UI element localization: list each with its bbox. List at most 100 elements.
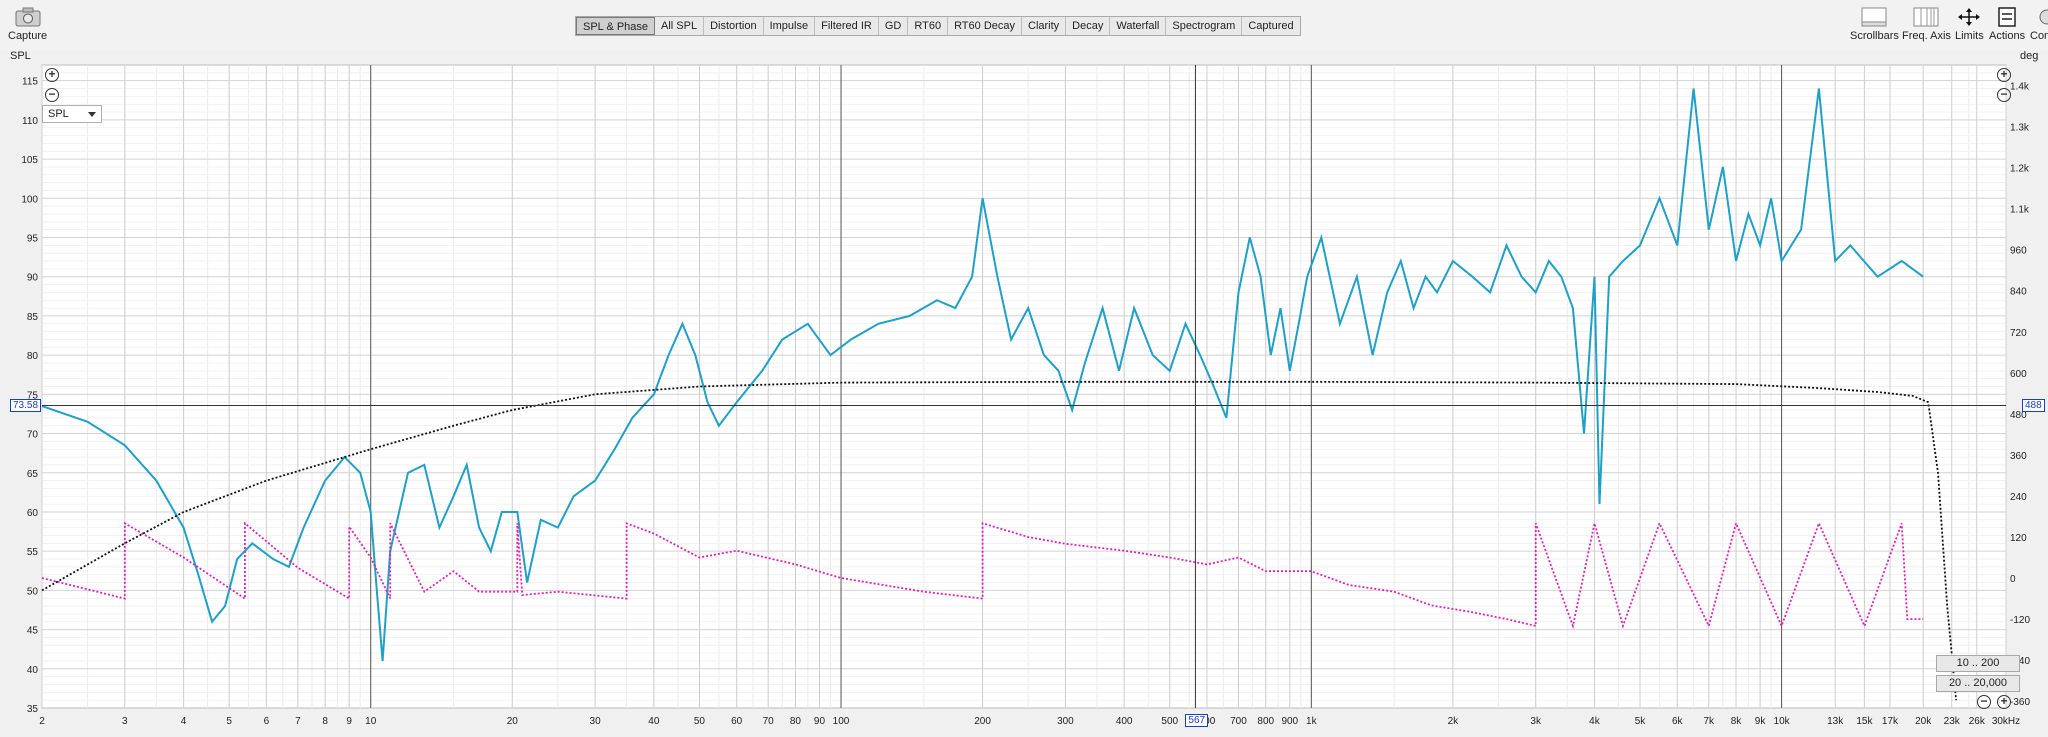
x-tick-label: 500 — [1161, 716, 1178, 727]
scrollbars-icon — [1860, 6, 1888, 28]
x-tick-label: 9k — [1755, 716, 1767, 727]
capture-button[interactable]: Capture — [8, 6, 47, 42]
view-tabs: SPL & Phase All SPL Distortion Impulse Filte… — [575, 16, 1301, 36]
x-tick-label: 9 — [346, 716, 352, 727]
y-tick-label: 70 — [27, 430, 39, 441]
y-tick-label: 80 — [27, 351, 39, 362]
y2-tick-label: 960 — [2010, 246, 2027, 257]
x-tick-label: 3k — [1530, 716, 1542, 727]
zoom-in-x-icon[interactable]: + — [1997, 695, 2011, 709]
x-tick-label: 400 — [1116, 716, 1133, 727]
x-tick-label: 50 — [694, 716, 706, 727]
x-tick-label: 15k — [1856, 716, 1873, 727]
y2-tick-label: 1.3k — [2010, 123, 2030, 134]
x-tick-label: 6 — [264, 716, 270, 727]
y2-tick-label: 840 — [2010, 287, 2027, 298]
scrollbars-button[interactable]: Scrollbars — [1850, 6, 1899, 42]
trace-select-value: SPL — [48, 108, 69, 120]
zoom-in-y2-icon[interactable]: + — [1997, 68, 2011, 82]
x-tick-label: 700 — [1230, 716, 1247, 727]
chevron-down-icon — [88, 112, 96, 117]
y-tick-label: 65 — [27, 469, 39, 480]
x-tick-label: 13k — [1827, 716, 1844, 727]
y-tick-label: 105 — [21, 155, 38, 166]
y-tick-label: 90 — [27, 273, 39, 284]
camera-icon — [14, 6, 42, 28]
x-tick-label: 26k — [1969, 716, 1986, 727]
tab-rt60[interactable]: RT60 — [908, 17, 949, 35]
y2-tick-label: 1.2k — [2010, 164, 2030, 175]
spl-phase-chart[interactable]: 2 3 4 5 6 7 8 9 10 20 30 40 50 60 70 80 90 100 200 300 400 50… — [0, 50, 2048, 732]
x-tick-label: 20k — [1915, 716, 1932, 727]
y2-tick-label: 1.4k — [2010, 82, 2030, 93]
x-tick-label: 300 — [1057, 716, 1074, 727]
y-tick-label: 45 — [27, 626, 39, 637]
y2-tick-label: -360 — [2010, 697, 2030, 708]
x-tick-label: 60 — [731, 716, 743, 727]
x-tick-label: 20 — [507, 716, 519, 727]
cursor-spl-readout: 73.58 — [10, 399, 42, 413]
x-tick-label: 80 — [790, 716, 802, 727]
tab-decay[interactable]: Decay — [1066, 17, 1111, 35]
y-tick-label: 60 — [27, 508, 39, 519]
range-20-20000-button[interactable]: 20 .. 20,000 — [1936, 675, 2020, 692]
y-tick-label: 95 — [27, 234, 39, 245]
y2-tick-label: 1.1k — [2010, 205, 2030, 216]
tab-captured[interactable]: Captured — [1242, 17, 1299, 35]
y2-tick-label: 600 — [2010, 369, 2027, 380]
x-tick-label: 40 — [648, 716, 660, 727]
x-tick-label: 10 — [365, 716, 377, 727]
cursor-phase-readout: 488 — [2022, 399, 2045, 413]
x-tick-label: 4 — [181, 716, 187, 727]
zoom-out-y2-icon[interactable]: − — [1997, 88, 2011, 102]
x-tick-label: 200 — [974, 716, 991, 727]
y-tick-label: 85 — [27, 312, 39, 323]
x-tick-label: 70 — [763, 716, 775, 727]
y-tick-label: 35 — [27, 704, 39, 715]
tab-rt60-decay[interactable]: RT60 Decay — [948, 17, 1022, 35]
y2-tick-label: 120 — [2010, 533, 2027, 544]
tab-spectrogram[interactable]: Spectrogram — [1166, 17, 1243, 35]
y-tick-label: 100 — [21, 194, 38, 205]
tab-filtered-ir[interactable]: Filtered IR — [815, 17, 879, 35]
limits-button[interactable]: Limits — [1955, 6, 1984, 42]
tab-gd[interactable]: GD — [879, 17, 909, 35]
actions-icon — [1993, 6, 2021, 28]
freq-axis-icon — [1912, 6, 1940, 28]
y-tick-label: 115 — [22, 77, 38, 88]
freq-axis-button[interactable]: Freq. Axis — [1902, 6, 1951, 42]
capture-label: Capture — [8, 30, 48, 42]
controls-label: Con — [2030, 30, 2048, 42]
tab-impulse[interactable]: Impulse — [764, 17, 816, 35]
x-tick-label: 23k — [1944, 716, 1961, 727]
x-tick-label: 900 — [1281, 716, 1298, 727]
y2-tick-label: 360 — [2010, 451, 2027, 462]
y2-tick-label: 0 — [2010, 574, 2016, 585]
tab-distortion[interactable]: Distortion — [704, 17, 764, 35]
x-tick-label: 1k — [1306, 716, 1318, 727]
x-tick-label: 2k — [1448, 716, 1460, 727]
tab-all-spl[interactable]: All SPL — [655, 17, 705, 35]
controls-icon — [2030, 6, 2048, 28]
tab-clarity[interactable]: Clarity — [1022, 17, 1067, 35]
range-10-200-button[interactable]: 10 .. 200 — [1936, 655, 2020, 672]
x-tick-label: 4k — [1589, 716, 1601, 727]
tab-spl-phase[interactable]: SPL & Phase — [576, 17, 656, 35]
limits-label: Limits — [1955, 30, 1984, 42]
x-tick-label: 800 — [1257, 716, 1274, 727]
zoom-out-y-icon[interactable]: − — [45, 88, 59, 102]
tab-waterfall[interactable]: Waterfall — [1110, 17, 1167, 35]
x-tick-label: 30 — [590, 716, 602, 727]
zoom-out-x-icon[interactable]: − — [1977, 695, 1991, 709]
x-tick-label: 30kHz — [1992, 716, 2020, 727]
zoom-in-y-icon[interactable]: + — [45, 68, 59, 82]
x-tick-label: 5 — [226, 716, 232, 727]
plot-area[interactable]: 2 3 4 5 6 7 8 9 10 20 30 40 50 60 70 80 90 100 200 300 400 50… — [0, 50, 2048, 732]
trace-select[interactable]: SPL — [42, 105, 102, 123]
controls-button[interactable]: Con — [2030, 6, 2048, 42]
y-tick-label: 55 — [27, 547, 39, 558]
actions-button[interactable]: Actions — [1989, 6, 2025, 42]
actions-label: Actions — [1989, 30, 2026, 42]
move-arrows-icon — [1955, 6, 1983, 28]
x-tick-label: 5k — [1635, 716, 1647, 727]
